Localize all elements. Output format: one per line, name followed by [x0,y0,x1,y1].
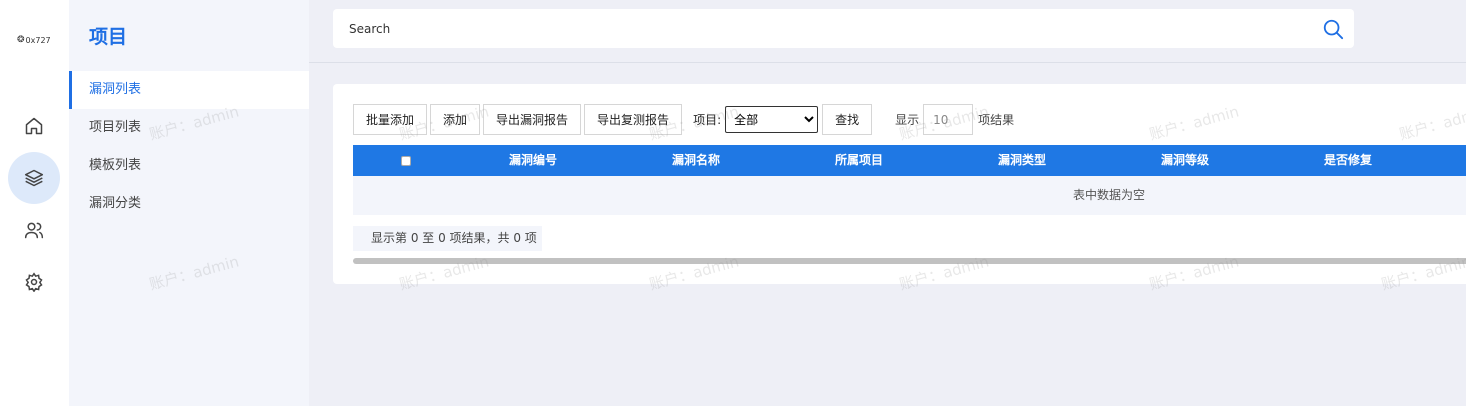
logo[interactable]: ❂ 0x727 [17,35,51,45]
header-divider [309,62,1466,63]
find-button[interactable]: 查找 [822,104,873,135]
project-select[interactable]: 全部 [725,106,819,133]
search-bar [333,9,1354,48]
section-title: 项目 [89,26,128,48]
table-header: 漏洞编号 漏洞名称 所属项目 漏洞类型 漏洞等级 是否修复 [353,145,1466,176]
column-header-vuln-id[interactable]: 漏洞编号 [509,145,557,176]
table-info: 显示第 0 至 0 项结果，共 0 项 [353,226,542,251]
table-empty-row: 表中数据为空 [353,176,1466,215]
users-icon [24,222,44,239]
horizontal-scrollbar[interactable] [353,258,1466,264]
toolbar: 批量添加 添加 导出漏洞报告 导出复测报告 项目: 全部 查找 显示 项结果 [353,104,1014,135]
select-all-checkbox[interactable] [401,156,411,166]
rail-home-button[interactable] [8,100,60,152]
column-header-project[interactable]: 所属项目 [835,145,883,176]
rail-users-button[interactable] [8,204,60,256]
column-header-vuln-level[interactable]: 漏洞等级 [1161,145,1209,176]
subnav-item-vuln-category[interactable]: 漏洞分类 [69,185,309,223]
subnav-item-project-list[interactable]: 项目列表 [69,109,309,147]
page-size-input[interactable] [923,104,974,135]
column-header-fixed[interactable]: 是否修复 [1324,145,1372,176]
export-vuln-report-button[interactable]: 导出漏洞报告 [483,104,582,135]
subnav-item-vuln-list[interactable]: 漏洞列表 [69,71,309,109]
rail-settings-button[interactable] [8,256,60,308]
results-suffix-label: 项结果 [978,113,1015,127]
empty-message: 表中数据为空 [1073,188,1146,202]
sub-navigation: 项目 漏洞列表 项目列表 模板列表 漏洞分类 [69,0,309,406]
layers-icon [24,169,44,187]
column-header-vuln-name[interactable]: 漏洞名称 [672,145,720,176]
search-icon[interactable] [1322,18,1344,40]
add-button[interactable]: 添加 [430,104,481,135]
logo-text: 0x727 [25,35,51,45]
subnav-item-template-list[interactable]: 模板列表 [69,147,309,185]
logo-icon: ❂ [17,35,25,45]
rail-layers-button[interactable] [8,152,60,204]
vuln-list-card: 批量添加 添加 导出漏洞报告 导出复测报告 项目: 全部 查找 显示 项结果 漏… [333,84,1466,284]
export-retest-report-button[interactable]: 导出复测报告 [584,104,683,135]
batch-add-button[interactable]: 批量添加 [353,104,428,135]
project-label: 项目: [693,113,722,127]
home-icon [25,117,43,135]
search-input[interactable] [349,19,1249,39]
gear-icon [25,272,43,292]
column-header-vuln-type[interactable]: 漏洞类型 [998,145,1046,176]
icon-rail: ❂ 0x727 [0,0,69,406]
show-label: 显示 [895,113,920,127]
